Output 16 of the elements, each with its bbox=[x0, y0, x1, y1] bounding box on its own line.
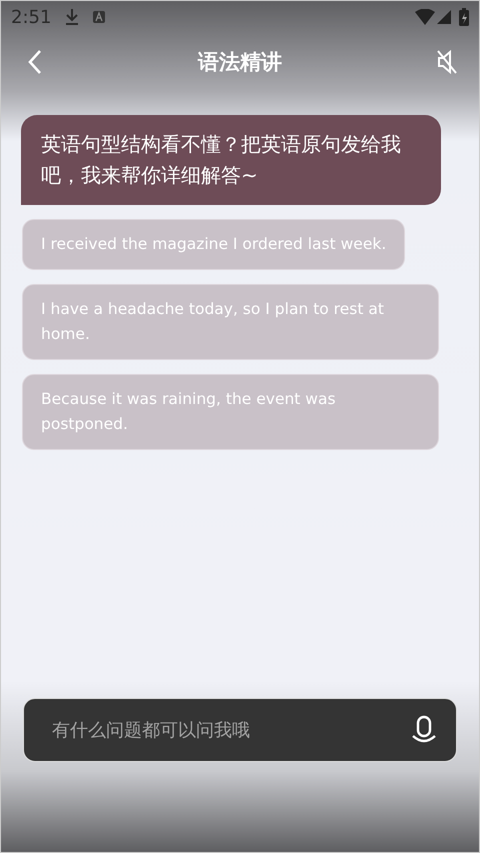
question-input[interactable]: 有什么问题都可以问我哦 bbox=[50, 718, 412, 742]
mute-button[interactable] bbox=[437, 50, 457, 74]
status-time: 2:51 bbox=[11, 6, 52, 28]
suggested-sentence[interactable]: I received the magazine I ordered last week. bbox=[22, 219, 406, 270]
microphone-icon[interactable] bbox=[412, 715, 436, 745]
back-button[interactable] bbox=[27, 49, 43, 75]
signal-icon bbox=[437, 10, 451, 24]
suggested-sentence[interactable]: Because it was raining, the event was postponed. bbox=[22, 374, 439, 450]
question-field[interactable]: 有什么问题都可以问我哦 bbox=[23, 698, 457, 762]
page-title: 语法精讲 bbox=[198, 49, 282, 76]
suggested-sentence[interactable]: I have a headache today, so I plan to rest at home. bbox=[22, 284, 439, 360]
battery-icon bbox=[459, 8, 469, 26]
assistant-message: 英语句型结构看不懂？把英语原句发给我吧，我来帮你详细解答~ bbox=[21, 115, 441, 205]
wifi-icon bbox=[415, 9, 435, 25]
download-icon bbox=[65, 8, 80, 26]
app-notification-icon bbox=[93, 11, 106, 23]
